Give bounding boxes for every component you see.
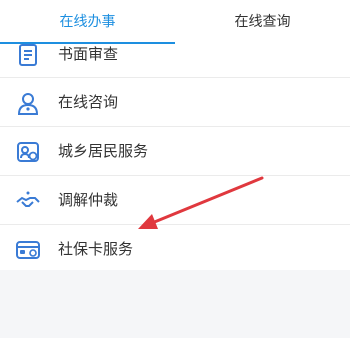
list-item-written-review[interactable]: 书面审查: [0, 44, 350, 78]
tab-bar: 在线办事 在线查询: [0, 0, 350, 44]
list-item-label: 在线咨询: [58, 93, 119, 111]
social-security-card-icon: [16, 241, 40, 259]
list-item-label: 调解仲裁: [58, 191, 119, 209]
list-item-label: 书面审查: [58, 45, 119, 63]
empty-area: [0, 270, 350, 338]
list-item-mediation-arbitration[interactable]: 调解仲裁: [0, 176, 350, 224]
list-item-label: 社保卡服务: [58, 240, 134, 258]
tab-active-underline: [0, 42, 175, 44]
list-item-social-card[interactable]: 社保卡服务: [0, 225, 350, 270]
tab-online-query-label: 在线查询: [234, 14, 291, 30]
document-icon: [19, 44, 37, 66]
list-item-resident-service[interactable]: 城乡居民服务: [0, 127, 350, 175]
service-list: 书面审查 在线咨询 城乡居民服务 调解仲裁 社保卡服务: [0, 44, 350, 270]
consultant-icon: [17, 93, 39, 115]
list-item-online-consult[interactable]: 在线咨询: [0, 78, 350, 126]
tab-online-service[interactable]: 在线办事: [0, 0, 175, 44]
tab-online-service-label: 在线办事: [59, 14, 116, 30]
resident-service-icon: [17, 142, 39, 162]
tab-online-query[interactable]: 在线查询: [175, 0, 350, 44]
handshake-icon: [16, 191, 40, 207]
list-item-label: 城乡居民服务: [58, 142, 149, 160]
